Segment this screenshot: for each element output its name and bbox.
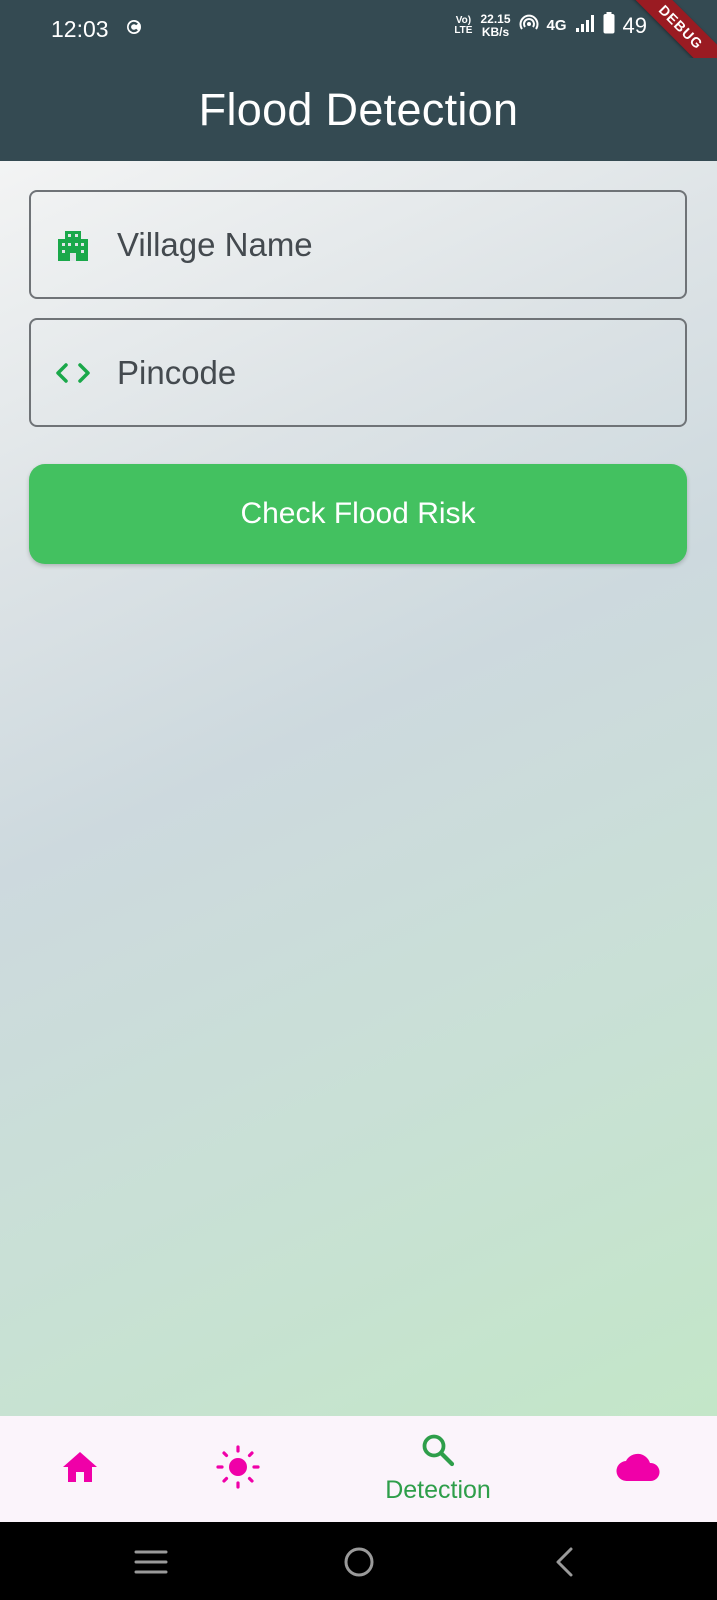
bottom-navigation: Detection [0,1416,717,1522]
network-type: 4G [546,17,567,34]
nav-item-cloud[interactable] [598,1416,678,1522]
volte-bottom: LTE [454,24,473,36]
status-time: 12:03 [51,16,109,42]
pincode-placeholder: Pincode [117,353,237,391]
sun-icon [216,1444,260,1494]
app-bar: Flood Detection [0,58,717,161]
nav-item-detection[interactable]: Detection [368,1416,508,1522]
home-nav-button[interactable] [339,1542,379,1582]
village-name-placeholder: Village Name [117,225,313,263]
sync-icon [125,18,143,36]
code-icon [55,355,91,391]
page-title: Flood Detection [198,83,519,135]
system-navigation-bar [0,1522,717,1600]
home-icon [61,1450,99,1489]
signal-icon [575,13,595,38]
nav-item-weather[interactable] [198,1416,278,1522]
speed-unit: KB/s [481,24,510,39]
cloud-icon [615,1451,661,1488]
check-flood-risk-button[interactable]: Check Flood Risk [29,464,687,564]
building-icon [55,227,91,263]
nav-label-detection: Detection [385,1476,491,1504]
status-bar: 12:03 Vo) LTE 22.15 KB/s 4G 49 DEBUG [0,0,717,86]
volte-indicator: Vo) LTE [454,14,473,36]
battery-icon [603,12,615,39]
network-speed: 22.15 KB/s [480,11,511,39]
pincode-input[interactable]: Pincode [29,318,687,427]
nav-item-home[interactable] [40,1416,120,1522]
village-name-input[interactable]: Village Name [29,190,687,299]
back-button[interactable] [544,1542,584,1582]
status-indicators: Vo) LTE 22.15 KB/s 4G 49 [454,12,647,39]
volte-top: Vo) [455,14,472,26]
recent-apps-button[interactable] [131,1542,171,1582]
speed-value: 22.15 [480,11,511,26]
main-content: Village Name Pincode Check Flood Risk [0,161,717,1416]
battery-percent: 49 [622,12,647,38]
hotspot-icon [519,13,539,38]
search-icon [421,1433,455,1472]
